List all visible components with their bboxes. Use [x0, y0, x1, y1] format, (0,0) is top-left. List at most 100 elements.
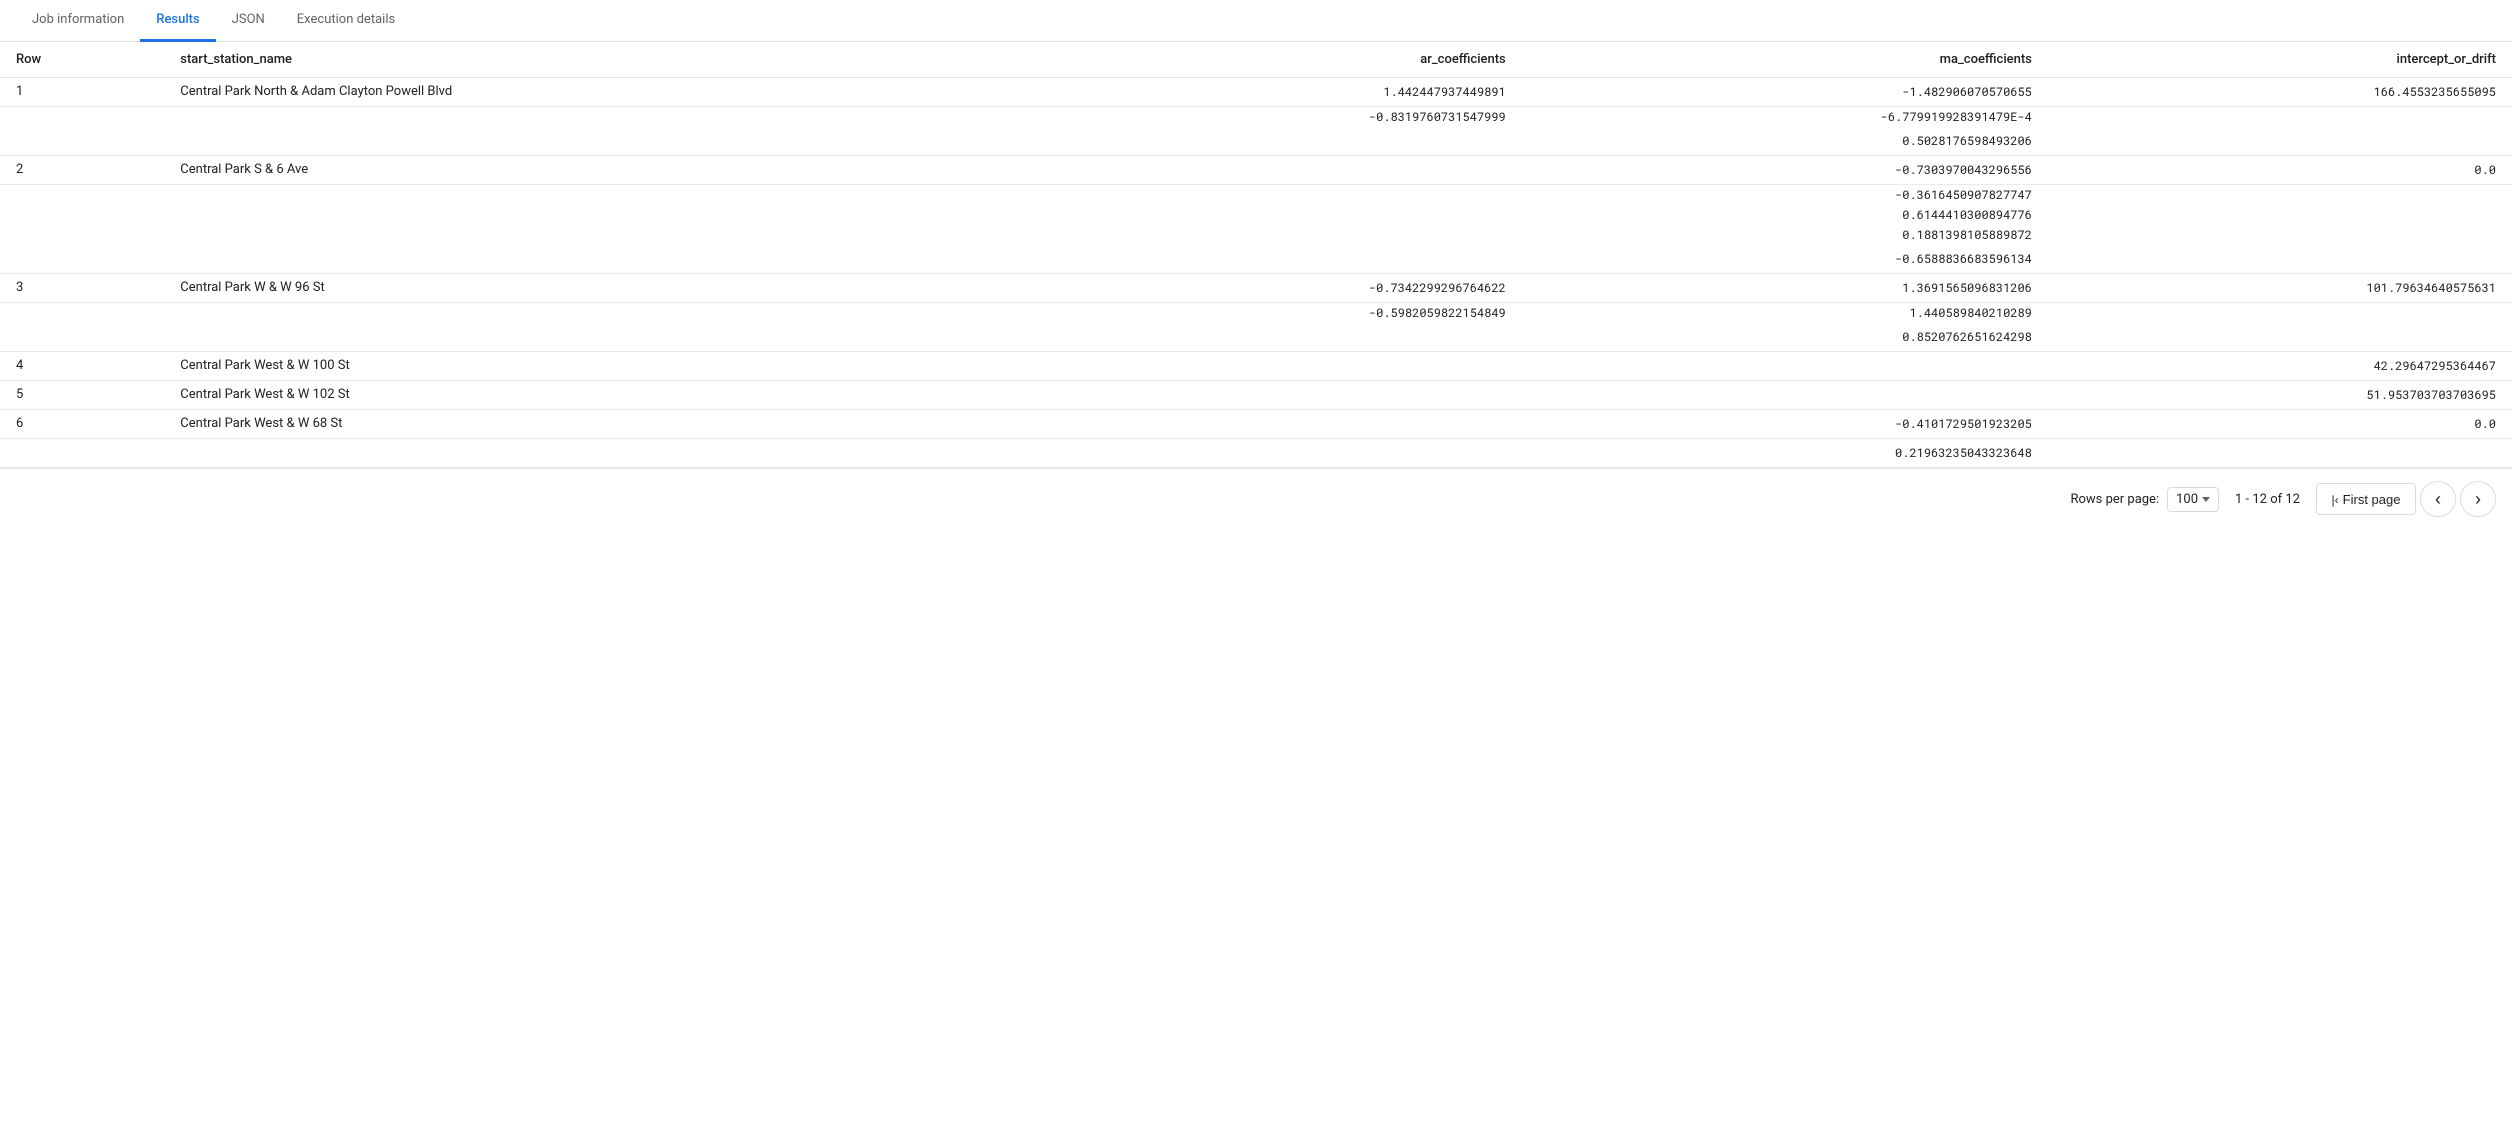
cell-row-num — [0, 439, 164, 468]
cell-row-num: 1 — [0, 78, 164, 107]
cell-ma: -0.4101729501923205 — [1522, 410, 2048, 439]
cell-ar — [1037, 185, 1522, 206]
cell-station — [164, 205, 1037, 225]
cell-intercept — [2048, 225, 2512, 245]
cell-ma: -0.7303970043296556 — [1522, 156, 2048, 185]
first-page-icon — [2332, 492, 2339, 507]
tabs-container: Job informationResultsJSONExecution deta… — [0, 0, 2512, 42]
header-ar_coefficients: ar_coefficients — [1037, 42, 1522, 78]
cell-intercept — [2048, 107, 2512, 128]
cell-ar: 1.442447937449891 — [1037, 78, 1522, 107]
table-row: 0.21963235043323648 — [0, 439, 2512, 468]
header-row: Row — [0, 42, 164, 78]
table-row: 0.5028176598493206 — [0, 127, 2512, 156]
table-row: -0.59820598221548491.440589840210289 — [0, 303, 2512, 324]
rows-per-page-select[interactable]: 100 — [2167, 487, 2219, 512]
cell-ar — [1037, 352, 1522, 381]
table-row: 5Central Park West & W 102 St 51.95370370… — [0, 381, 2512, 410]
next-icon — [2475, 489, 2481, 510]
next-page-button[interactable] — [2460, 481, 2496, 517]
cell-intercept — [2048, 439, 2512, 468]
cell-ar — [1037, 323, 1522, 352]
cell-row-num — [0, 303, 164, 324]
cell-ar — [1037, 225, 1522, 245]
table-row: 0.6144410300894776 — [0, 205, 2512, 225]
cell-row-num — [0, 245, 164, 274]
cell-ma: -6.779919928391479E-4 — [1522, 107, 2048, 128]
cell-station — [164, 323, 1037, 352]
cell-intercept — [2048, 185, 2512, 206]
cell-ma: 0.5028176598493206 — [1522, 127, 2048, 156]
cell-station: Central Park West & W 102 St — [164, 381, 1037, 410]
cell-intercept — [2048, 205, 2512, 225]
cell-ma: -0.6588836683596134 — [1522, 245, 2048, 274]
cell-ma: 0.8520762651624298 — [1522, 323, 2048, 352]
cell-intercept: 42.29647295364467 — [2048, 352, 2512, 381]
cell-intercept: 51.953703703703695 — [2048, 381, 2512, 410]
cell-station: Central Park S & 6 Ave — [164, 156, 1037, 185]
table-row: 0.8520762651624298 — [0, 323, 2512, 352]
table-container: Rowstart_station_namear_coefficientsma_c… — [0, 42, 2512, 468]
prev-icon — [2435, 489, 2441, 510]
pagination-info: 1 - 12 of 12 — [2235, 492, 2300, 507]
table-row: -0.3616450907827747 — [0, 185, 2512, 206]
cell-row-num: 5 — [0, 381, 164, 410]
cell-ar: -0.8319760731547999 — [1037, 107, 1522, 128]
table-row: -0.6588836683596134 — [0, 245, 2512, 274]
cell-intercept — [2048, 245, 2512, 274]
cell-row-num — [0, 323, 164, 352]
header-ma_coefficients: ma_coefficients — [1522, 42, 2048, 78]
cell-ar: -0.7342299296764622 — [1037, 274, 1522, 303]
first-page-label: First page — [2343, 492, 2401, 507]
cell-ma: 1.3691565096831206 — [1522, 274, 2048, 303]
cell-station: Central Park North & Adam Clayton Powell… — [164, 78, 1037, 107]
table-header: Rowstart_station_namear_coefficientsma_c… — [0, 42, 2512, 78]
cell-ma: 0.6144410300894776 — [1522, 205, 2048, 225]
cell-ar — [1037, 381, 1522, 410]
cell-ma: 0.1881398105889872 — [1522, 225, 2048, 245]
header-start_station_name: start_station_name — [164, 42, 1037, 78]
cell-ar — [1037, 156, 1522, 185]
cell-intercept — [2048, 303, 2512, 324]
cell-ar: -0.5982059822154849 — [1037, 303, 1522, 324]
rows-per-page-label: Rows per page: — [2070, 492, 2159, 507]
cell-ar — [1037, 410, 1522, 439]
table-row: 2Central Park S & 6 Ave-0.73039700432965… — [0, 156, 2512, 185]
cell-intercept — [2048, 127, 2512, 156]
cell-station — [164, 439, 1037, 468]
cell-row-num: 3 — [0, 274, 164, 303]
cell-station — [164, 107, 1037, 128]
tab-json[interactable]: JSON — [216, 0, 281, 42]
cell-ma: -0.3616450907827747 — [1522, 185, 2048, 206]
cell-ma: -1.482906070570655 — [1522, 78, 2048, 107]
cell-ar — [1037, 205, 1522, 225]
cell-row-num — [0, 107, 164, 128]
cell-row-num — [0, 127, 164, 156]
cell-row-num: 6 — [0, 410, 164, 439]
rows-per-page: Rows per page: 100 — [2070, 487, 2219, 512]
tab-results[interactable]: Results — [140, 0, 215, 42]
table-row: 4Central Park West & W 100 St42.29647295… — [0, 352, 2512, 381]
table-row: 0.1881398105889872 — [0, 225, 2512, 245]
cell-station — [164, 225, 1037, 245]
table-footer: Rows per page: 100 1 - 12 of 12 First pa… — [0, 468, 2512, 529]
cell-ma — [1522, 352, 2048, 381]
first-page-button[interactable]: First page — [2316, 483, 2416, 515]
tab-job-information[interactable]: Job information — [16, 0, 140, 42]
cell-ar — [1037, 439, 1522, 468]
cell-station — [164, 185, 1037, 206]
tab-execution-details[interactable]: Execution details — [281, 0, 411, 42]
cell-intercept: 0.0 — [2048, 410, 2512, 439]
cell-station — [164, 245, 1037, 274]
prev-page-button[interactable] — [2420, 481, 2456, 517]
cell-station: Central Park W & W 96 St — [164, 274, 1037, 303]
page-controls: First page — [2316, 481, 2496, 517]
rows-per-page-value: 100 — [2176, 492, 2198, 507]
cell-station — [164, 127, 1037, 156]
table-row: 6Central Park West & W 68 St-0.410172950… — [0, 410, 2512, 439]
cell-row-num — [0, 225, 164, 245]
cell-intercept: 101.79634640575631 — [2048, 274, 2512, 303]
results-table: Rowstart_station_namear_coefficientsma_c… — [0, 42, 2512, 468]
table-row: 3Central Park W & W 96 St-0.734229929676… — [0, 274, 2512, 303]
cell-ar — [1037, 127, 1522, 156]
